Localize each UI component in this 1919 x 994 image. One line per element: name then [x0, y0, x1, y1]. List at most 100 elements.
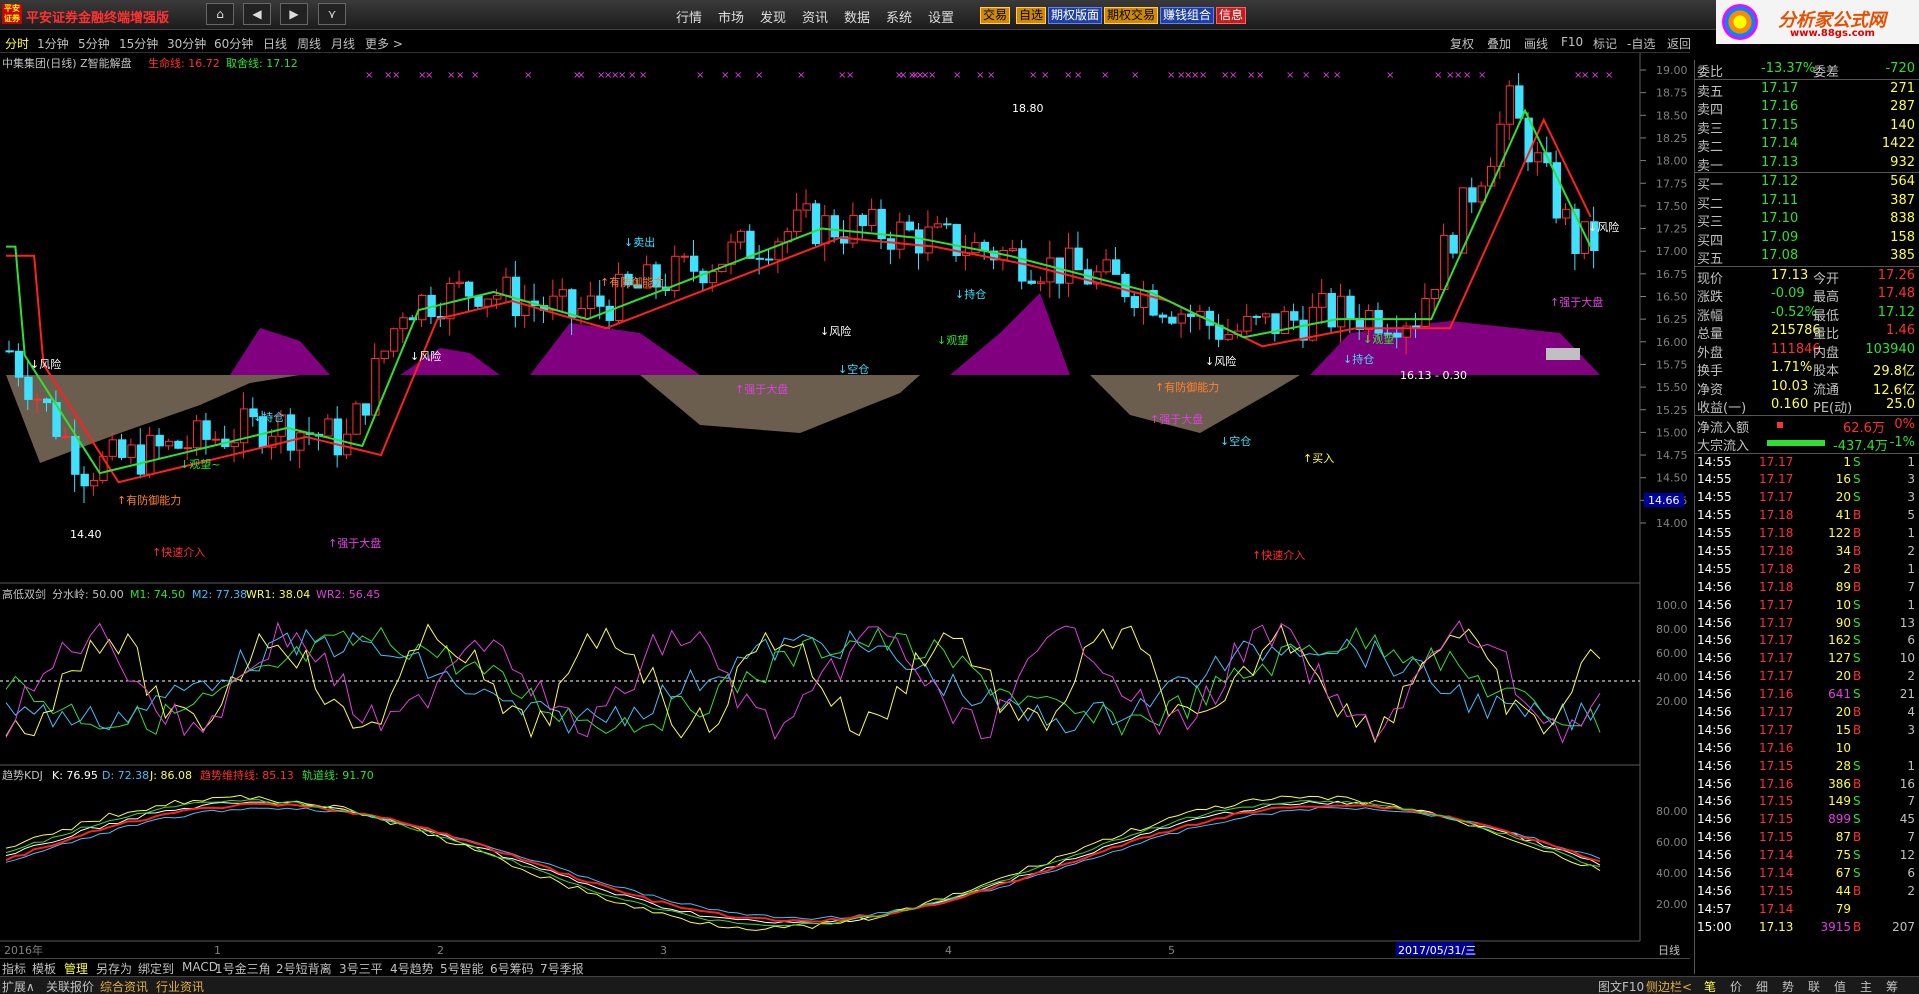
menu-market[interactable]: 市场	[718, 7, 744, 26]
indicator-tab[interactable]: 模板	[32, 960, 56, 977]
signal-marker: ×	[953, 70, 961, 81]
indicator-tab[interactable]: 5号智能	[440, 960, 484, 977]
indicator-tab[interactable]: 3号三平	[339, 960, 383, 977]
period-1min[interactable]: 1分钟	[37, 35, 69, 52]
period-more[interactable]: 更多 >	[365, 35, 403, 52]
price-axis-label: 18.50	[1656, 109, 1688, 122]
side-tab[interactable]: 笔	[1704, 978, 1716, 994]
side-tab[interactable]: 价	[1730, 978, 1742, 994]
tick-volume: 44	[1835, 883, 1851, 898]
stock-title: 中集集团(日线) Z智能解盘	[2, 56, 132, 70]
candle	[1336, 295, 1346, 328]
price-axis-label: 15.75	[1656, 358, 1688, 371]
tick-volume: 20	[1835, 490, 1851, 505]
brand-flower-icon	[1722, 4, 1758, 40]
ask-volume: 1422	[1881, 136, 1915, 151]
trade-button[interactable]: 交易	[980, 7, 1011, 24]
ask-price: 17.15	[1761, 117, 1799, 133]
indicator-tab[interactable]: 指标	[2, 960, 26, 977]
indicator-tab[interactable]: 1号金三角	[215, 960, 271, 977]
side-tab[interactable]: 值	[1834, 978, 1846, 994]
annotation-risk: ↓风险	[30, 357, 61, 371]
watchlist-button[interactable]: 自选	[1016, 7, 1047, 24]
side-tab[interactable]: 主	[1860, 978, 1872, 994]
side-tab[interactable]: 联	[1808, 978, 1820, 994]
indicator-tab[interactable]: 绑定到	[138, 960, 174, 977]
tool-overlay[interactable]: 叠加	[1487, 35, 1511, 52]
candle	[764, 258, 774, 261]
indicator-tab[interactable]: 2号短背离	[276, 960, 332, 977]
bid-label: 买五	[1697, 252, 1724, 267]
tick-price: 17.13	[1759, 919, 1794, 934]
candle	[464, 281, 474, 297]
tool-f10[interactable]: F10	[1561, 35, 1583, 49]
signal-marker: ×	[734, 70, 742, 81]
ask-row: 卖四 17.16 287	[1695, 98, 1919, 118]
back-button[interactable]: ◀	[243, 3, 271, 25]
menu-news[interactable]: 资讯	[802, 7, 828, 26]
indicator-tab[interactable]: 4号趋势	[390, 960, 434, 977]
status-tab[interactable]: 行业资讯	[156, 978, 204, 994]
menu-hangqing[interactable]: 行情	[676, 7, 702, 26]
period-60min[interactable]: 60分钟	[214, 35, 253, 52]
side-tab[interactable]: 细	[1756, 978, 1768, 994]
period-15min[interactable]: 15分钟	[119, 35, 158, 52]
osc-wr1-label: WR1: 38.04	[246, 588, 310, 601]
options-trade-button[interactable]: 期权交易	[1104, 7, 1159, 24]
candle	[1074, 247, 1083, 271]
bid-price: 17.08	[1761, 248, 1799, 263]
bigflow-value: -437.4万	[1833, 439, 1888, 454]
info-button[interactable]: 信息	[1216, 7, 1247, 24]
status-tab[interactable]: 关联报价	[46, 978, 94, 994]
candle	[502, 276, 511, 297]
price-axis-label: 15.00	[1656, 426, 1688, 439]
price-axis-label: 18.75	[1656, 87, 1688, 100]
options-layout-button[interactable]: 期权版面	[1048, 7, 1103, 24]
tick-volume: 386	[1828, 776, 1851, 791]
sidebar-toggle-button[interactable]: 侧边栏<	[1646, 978, 1692, 994]
candle	[136, 444, 146, 475]
kdj-trend-label: 趋势维持线: 85.13	[200, 768, 294, 782]
indicator-tab[interactable]: 另存为	[96, 960, 132, 977]
tool-mark[interactable]: 标记	[1593, 35, 1617, 52]
indicator-tab[interactable]: 6号筹码	[490, 960, 534, 977]
status-tab[interactable]: 扩展∧	[2, 978, 35, 994]
forward-button[interactable]: ▶	[280, 3, 308, 25]
menu-data[interactable]: 数据	[844, 7, 870, 26]
period-5min[interactable]: 5分钟	[78, 35, 110, 52]
tool-draw[interactable]: 画线	[1524, 35, 1548, 52]
tick-time: 14:56	[1697, 651, 1732, 666]
tick-count: 16	[1899, 776, 1915, 791]
side-tab[interactable]: 筹	[1886, 978, 1898, 994]
bid-label: 买二	[1697, 196, 1724, 212]
indicator-tab[interactable]: 7号季报	[540, 960, 584, 977]
menu-discover[interactable]: 发现	[760, 7, 786, 26]
side-tab[interactable]: 势	[1782, 978, 1794, 994]
candle	[596, 295, 605, 307]
tool-restore-rights[interactable]: 复权	[1450, 35, 1474, 52]
signal-marker: ×	[1064, 70, 1072, 81]
tool-return[interactable]: 返回	[1667, 35, 1691, 52]
period-week[interactable]: 周线	[297, 35, 321, 52]
period-30min[interactable]: 30分钟	[167, 35, 206, 52]
tick-time: 14:55	[1697, 490, 1732, 505]
x-axis-year: 2016年	[4, 943, 43, 957]
candle	[1008, 248, 1018, 251]
period-tick[interactable]: 分时	[5, 35, 29, 52]
menu-system[interactable]: 系统	[886, 7, 912, 26]
money-portfolio-button[interactable]: 赚钱组合	[1160, 7, 1215, 24]
tool-remove-watch[interactable]: -自选	[1627, 35, 1655, 52]
signal-marker: ×	[1591, 70, 1599, 81]
expand-menu-button[interactable]: ⋎	[318, 3, 346, 25]
indicator-tab[interactable]: MACD	[182, 960, 218, 974]
f10-status-button[interactable]: 图文F10	[1598, 978, 1644, 994]
stat-value-2: 1.46	[1886, 323, 1915, 338]
chart-area[interactable]: 中集集团(日线) Z智能解盘 生命线: 16.72 取舍线: 17.12 × × ×…	[0, 53, 1694, 958]
home-button[interactable]: ⌂	[206, 3, 234, 25]
candle	[324, 418, 333, 437]
indicator-tab[interactable]: 管理	[64, 960, 88, 977]
period-day[interactable]: 日线	[263, 35, 287, 52]
status-tab[interactable]: 综合资讯	[100, 978, 148, 994]
period-month[interactable]: 月线	[331, 35, 355, 52]
menu-settings[interactable]: 设置	[928, 7, 954, 26]
